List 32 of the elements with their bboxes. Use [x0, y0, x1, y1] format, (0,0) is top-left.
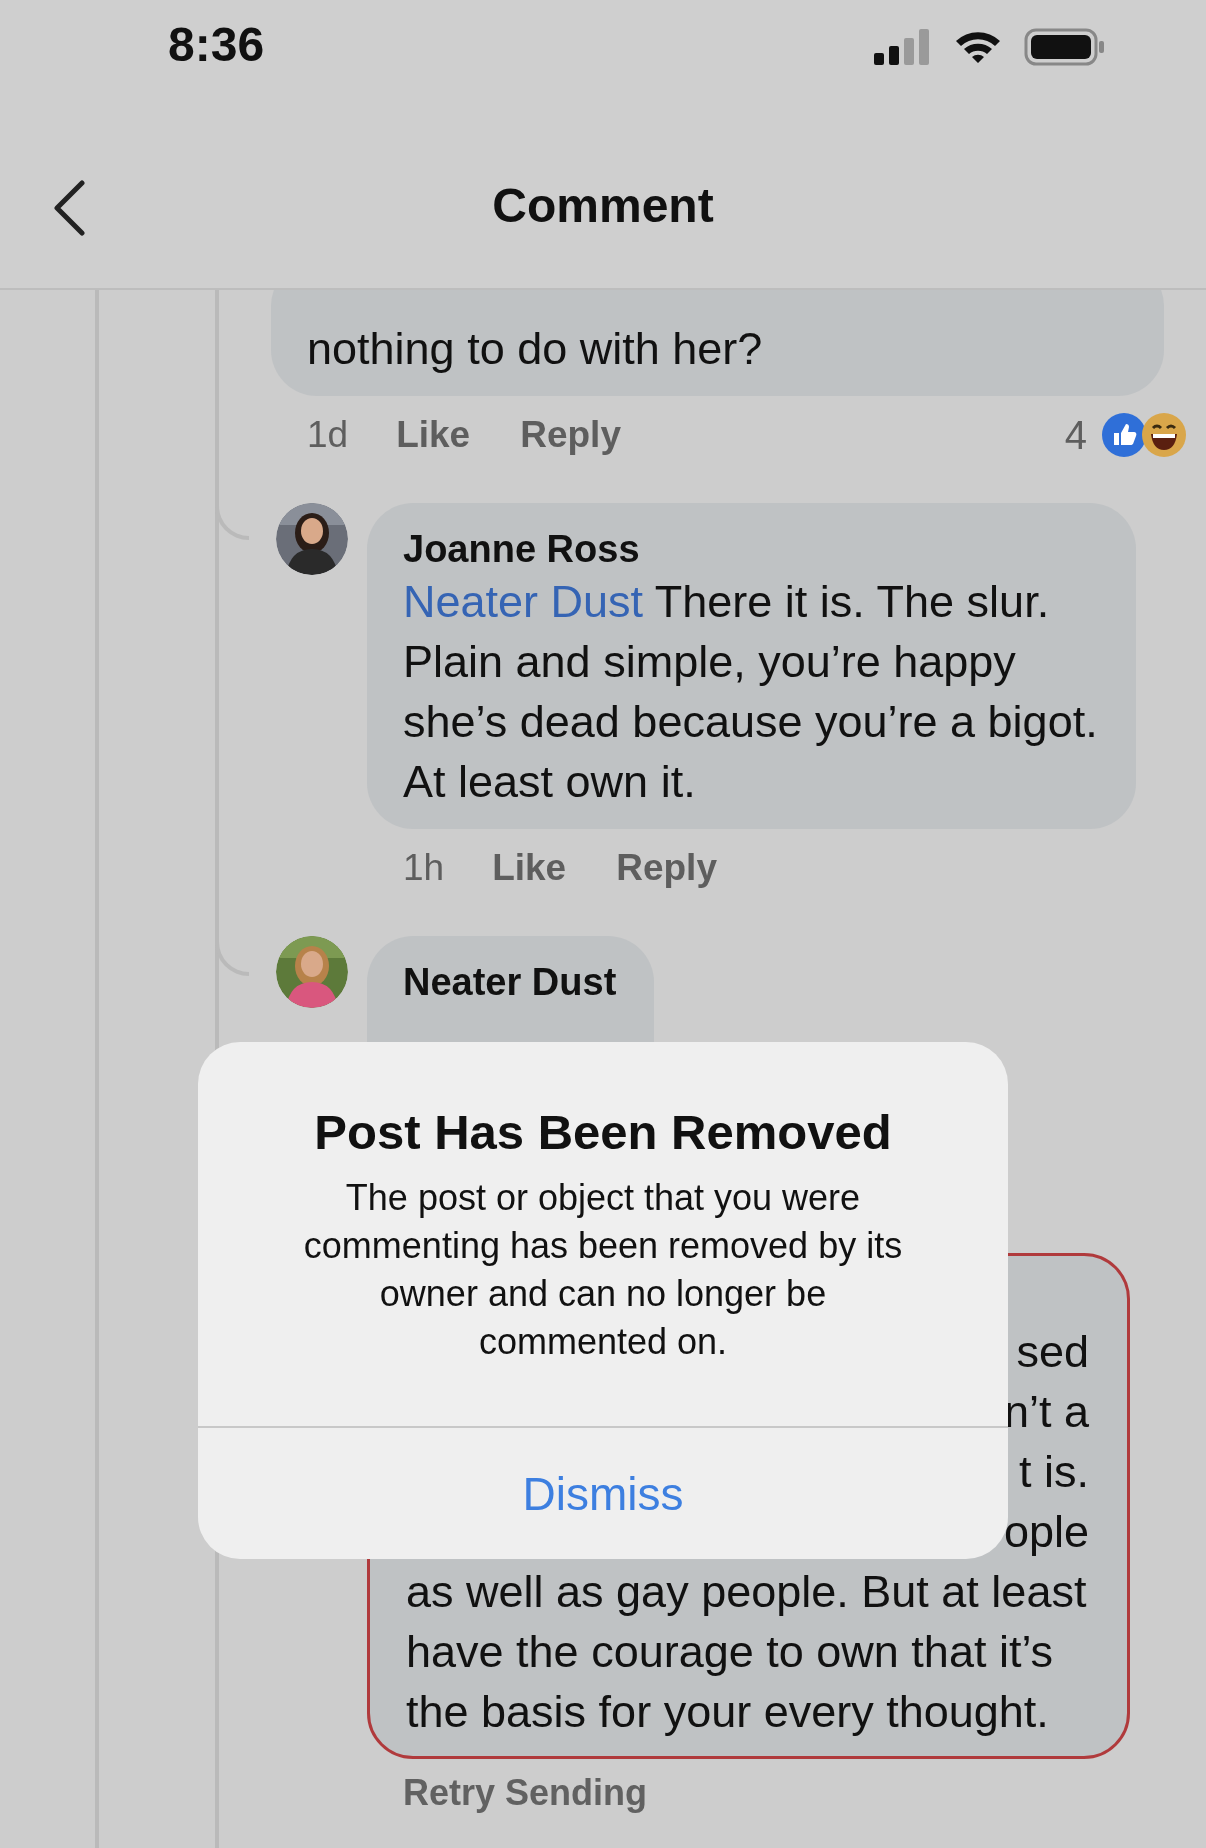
- comment-action-link[interactable]: Reply: [616, 847, 717, 889]
- comment-text: ople: [1003, 1505, 1089, 1559]
- comment-text: t is.: [1019, 1445, 1089, 1499]
- status-time: 8:36: [168, 18, 265, 72]
- back-icon[interactable]: [52, 180, 86, 236]
- comment-action-link[interactable]: Like: [396, 414, 471, 456]
- dialog-message: The post or object that you were commenting has been removed by its owner and can no longer be commented on.: [303, 1176, 903, 1364]
- signal-icon: [874, 29, 932, 65]
- mention-link[interactable]: Neater Dust: [403, 576, 644, 627]
- timestamp: 1h: [403, 847, 445, 889]
- comment-text: she’s dead because you’re a bigot.: [403, 695, 1098, 749]
- comment-text: nothing to do with her?: [307, 322, 764, 376]
- battery-icon: [1024, 28, 1106, 66]
- comment-action-link[interactable]: Reply: [520, 414, 621, 456]
- comment-text: sed: [1016, 1325, 1089, 1379]
- wifi-icon: [954, 29, 1002, 65]
- author-name: Joanne Ross: [403, 527, 641, 572]
- page-title: Comment: [492, 177, 714, 233]
- retry-sending-link[interactable]: Retry Sending: [403, 1770, 1206, 1816]
- comment-text: At least own it.: [403, 755, 697, 809]
- timestamp: 1d: [307, 414, 349, 456]
- reaction-count: 4: [1064, 412, 1087, 458]
- comment-text: the basis for your every thought.: [406, 1685, 1050, 1739]
- comment-text: Plain and simple, you’re happy: [403, 635, 1017, 689]
- comment-text: as well as gay people. But at least: [406, 1565, 1088, 1619]
- thumbs-up-icon: [1101, 412, 1147, 458]
- laughing-emoji-icon: [1141, 412, 1187, 458]
- comment-action-link[interactable]: Like: [492, 847, 567, 889]
- dialog-title: Post Has Been Removed: [314, 1104, 892, 1161]
- comment-text: Neater Dust There it is. The slur.: [403, 575, 1051, 629]
- comment-text: have the courage to own that it’s: [406, 1625, 1055, 1679]
- author-name: Neater Dust: [403, 960, 617, 1005]
